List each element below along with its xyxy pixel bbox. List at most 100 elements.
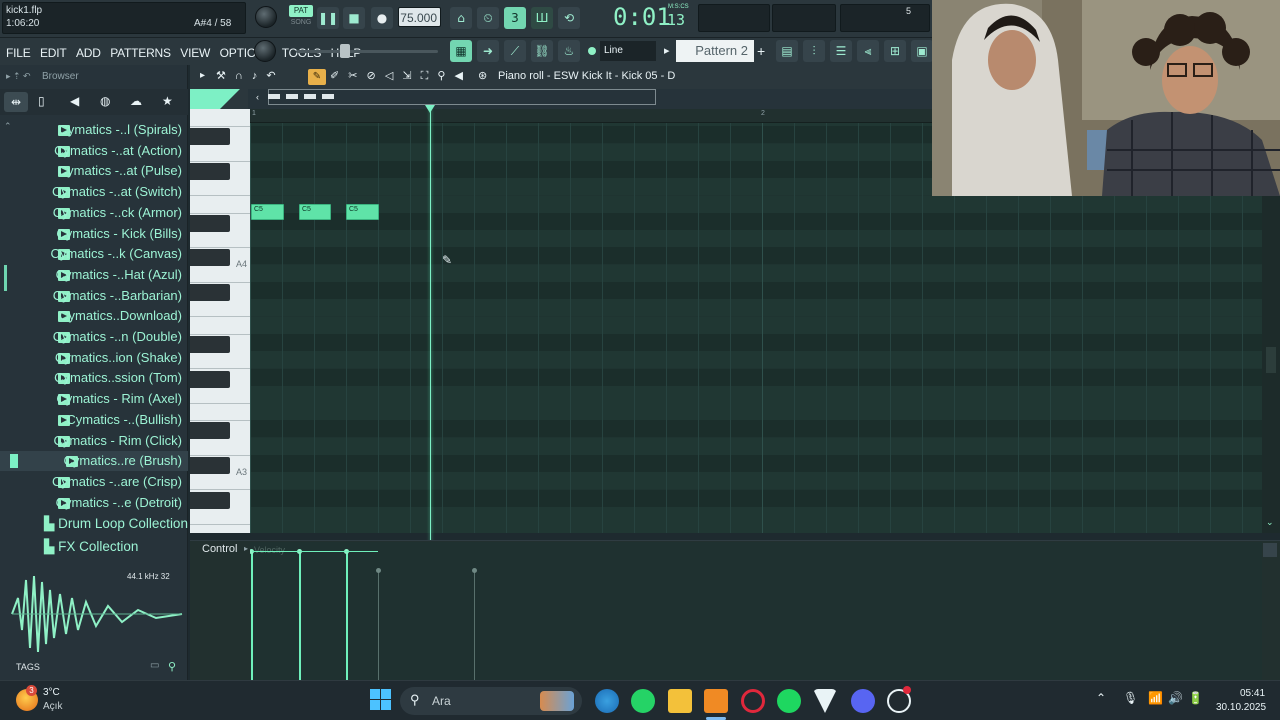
note-c5-1[interactable]: C5 <box>251 204 284 220</box>
weather-desc[interactable]: Açık <box>43 701 62 712</box>
wait-input-icon[interactable]: ⏲ <box>477 7 499 29</box>
volume-icon[interactable]: 🔊 <box>1168 691 1183 705</box>
preview-marker-icon[interactable] <box>10 454 18 469</box>
browser-toggle-icon[interactable]: ▣ <box>911 40 933 62</box>
typing-keyboard-icon[interactable]: ♨ <box>558 40 580 62</box>
step-edit-icon[interactable]: ⟋ <box>504 40 526 62</box>
browser-item[interactable]: Cymatics..Download) <box>0 306 188 326</box>
vertical-scroll-thumb[interactable] <box>1266 347 1276 373</box>
arrow-right-icon[interactable]: ➜ <box>477 40 499 62</box>
countdown-icon[interactable]: 3 <box>504 7 526 29</box>
master-volume-knob[interactable] <box>255 6 277 28</box>
target-control-icon[interactable]: ⊛ <box>478 69 487 82</box>
clock-date[interactable]: 30.10.2025 <box>1216 702 1266 713</box>
current-project-icon[interactable]: ▯ <box>38 94 45 108</box>
edge-icon[interactable] <box>595 689 619 713</box>
add-pattern-icon[interactable]: + <box>757 43 765 59</box>
all-files-icon[interactable]: ⇹ <box>4 92 28 112</box>
piano-roll-tools[interactable]: ⚒ ∩ ♪ ↶ <box>216 69 279 82</box>
black-key[interactable] <box>190 422 230 440</box>
menu-file[interactable]: FILE <box>6 46 31 60</box>
black-key[interactable] <box>190 457 230 474</box>
scroll-left-icon[interactable]: ‹ <box>256 92 259 102</box>
black-key[interactable] <box>190 162 230 180</box>
browser-item[interactable]: Cymatics..re (Brush) <box>0 451 188 472</box>
browser-item[interactable]: Cymatics - Rim (Click) <box>0 431 188 451</box>
channel-rack-icon[interactable]: ☰ <box>830 40 852 62</box>
browser-item[interactable]: Cymatics -..are (Crisp) <box>0 472 188 492</box>
browser-item[interactable]: Cymatics -..Barbarian) <box>0 286 188 306</box>
record-button[interactable]: ● <box>371 7 393 29</box>
menu-view[interactable]: VIEW <box>180 46 210 60</box>
black-key[interactable] <box>190 335 230 353</box>
browser-item[interactable]: Cymatics -..ck (Armor) <box>0 203 188 223</box>
browser-item[interactable]: Cymatics..ssion (Tom) <box>0 368 188 388</box>
wifi-icon[interactable]: 📶 <box>1148 691 1163 705</box>
menu-edit[interactable]: EDIT <box>40 46 67 60</box>
stop-button[interactable]: ■ <box>343 7 365 29</box>
master-slider[interactable] <box>296 50 438 53</box>
plugin-picker-icon[interactable]: ⊞ <box>884 40 906 62</box>
options-arrow-icon[interactable]: ▸ <box>200 70 205 81</box>
pattern-selector[interactable]: Pattern 2 <box>676 40 754 62</box>
browser-item[interactable]: Cymatics -..Hat (Azul) <box>0 265 188 285</box>
mixer-icon[interactable]: ⫷ <box>857 40 879 62</box>
master-pitch-knob[interactable] <box>254 40 276 62</box>
plugin-database-icon[interactable]: ◀ <box>70 94 79 108</box>
battery-icon[interactable]: 🔋 <box>1188 691 1203 705</box>
fl-studio-icon[interactable] <box>704 689 728 713</box>
search-icon[interactable]: ⚲ <box>168 660 176 673</box>
browser-item[interactable]: Cymatics - Rim (Axel) <box>0 389 188 409</box>
black-key[interactable] <box>190 249 230 267</box>
tray-chevron-icon[interactable]: ⌃ <box>1096 691 1106 705</box>
folder-fx-collection[interactable]: ▙ FX Collection <box>44 539 138 555</box>
master-slider-handle[interactable] <box>340 44 350 58</box>
tempo-display[interactable]: 75.000 <box>398 7 441 27</box>
cloud-icon[interactable]: ☁ <box>130 94 142 108</box>
magnet-icon[interactable] <box>588 47 596 55</box>
browser-item[interactable]: Cymatics -..k (Canvas) <box>0 244 188 264</box>
pause-button[interactable]: ❚❚ <box>317 7 339 29</box>
opera-icon[interactable] <box>741 689 765 713</box>
windows-start-icon[interactable] <box>370 689 392 711</box>
online-icon[interactable]: ◍ <box>100 94 110 108</box>
spotify-icon[interactable] <box>777 689 801 713</box>
velocity-bar-2[interactable] <box>299 552 301 680</box>
black-key[interactable] <box>190 370 230 388</box>
vpn-icon[interactable] <box>813 689 837 713</box>
weather-temp[interactable]: 3°C <box>43 687 60 698</box>
note-c5-2[interactable]: C5 <box>299 204 331 220</box>
menu-tools[interactable]: TOOLS <box>282 46 322 60</box>
scroll-down-icon[interactable]: ⌄ <box>1266 517 1274 528</box>
browser-item[interactable]: Cymatics -..(Bullish) <box>0 410 188 430</box>
pencil-tool-icon[interactable]: ✎ <box>308 69 326 85</box>
browser-item[interactable]: Cymatics -..e (Detroit) <box>0 493 188 513</box>
velocity-grid[interactable]: Velocity <box>250 542 1262 680</box>
metronome-icon[interactable]: ⌂ <box>450 7 472 29</box>
pattern-prev-icon[interactable]: ▸ <box>664 44 670 57</box>
discord-icon[interactable] <box>851 689 875 713</box>
black-key[interactable] <box>190 214 230 232</box>
file-explorer-icon[interactable] <box>668 689 692 713</box>
blend-notes-icon[interactable]: Ш <box>531 7 553 29</box>
control-label[interactable]: Control <box>202 543 237 555</box>
browser-item[interactable]: Cymatics -..l (Spirals) <box>0 120 188 140</box>
playlist-icon[interactable]: ▦ <box>450 40 472 62</box>
loop-record-icon[interactable]: ⟲ <box>558 7 580 29</box>
scroll-thumb[interactable] <box>268 94 338 99</box>
pat-mode-button[interactable]: PAT <box>289 5 313 17</box>
velocity-bar-3[interactable] <box>346 552 348 680</box>
panel-corner-button[interactable] <box>1263 543 1277 557</box>
snap-select[interactable]: Line <box>600 41 656 61</box>
browser-nav-icons[interactable]: ▸ ⇡ ↶ <box>6 71 31 82</box>
clock-time[interactable]: 05:41 <box>1240 688 1265 699</box>
menu-patterns[interactable]: PATTERNS <box>110 46 171 60</box>
black-key[interactable] <box>190 491 230 509</box>
browser-item[interactable]: Cymatics -..at (Pulse) <box>0 161 188 181</box>
playlist-window-icon[interactable]: ▤ <box>776 40 798 62</box>
velocity-bar-1[interactable] <box>251 552 253 680</box>
song-mode-button[interactable]: SONG <box>289 19 313 29</box>
link-icon[interactable]: ⛓ <box>531 40 553 62</box>
menu-add[interactable]: ADD <box>76 46 101 60</box>
piano-keyboard[interactable]: A4 A3 <box>190 109 250 533</box>
